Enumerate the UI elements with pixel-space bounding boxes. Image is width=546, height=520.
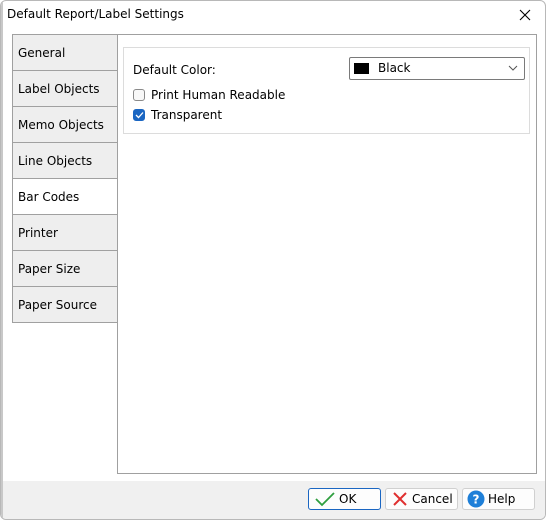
window-edge xyxy=(1,1,3,519)
title-bar[interactable]: Default Report/Label Settings xyxy=(1,1,545,29)
tab-label: Paper Source xyxy=(18,298,98,312)
tab-list: General Label Objects Memo Objects Line … xyxy=(12,34,118,323)
tab-printer[interactable]: Printer xyxy=(12,215,118,251)
svg-text:?: ? xyxy=(473,493,480,507)
dialog-window: Default Report/Label Settings General La… xyxy=(0,0,546,520)
tab-paper-size[interactable]: Paper Size xyxy=(12,251,118,287)
color-swatch xyxy=(354,63,369,74)
tab-label: Bar Codes xyxy=(18,190,80,204)
help-label: Help xyxy=(488,492,516,506)
tab-line-objects[interactable]: Line Objects xyxy=(12,143,118,179)
window-title: Default Report/Label Settings xyxy=(7,7,184,21)
close-icon xyxy=(519,9,531,21)
close-button[interactable] xyxy=(513,5,537,25)
cancel-button[interactable]: Cancel xyxy=(385,488,458,510)
button-bar: OK Cancel ? Help xyxy=(3,481,545,519)
transparent-label: Transparent xyxy=(151,108,223,122)
transparent-checkbox[interactable]: Transparent xyxy=(133,107,222,123)
default-color-value: Black xyxy=(378,61,411,75)
tab-paper-source[interactable]: Paper Source xyxy=(12,287,118,323)
chevron-down-icon xyxy=(508,65,518,71)
bar-code-settings-group: Default Color: Black Print Human Readabl… xyxy=(123,47,530,134)
default-color-label: Default Color: xyxy=(133,63,216,77)
tab-memo-objects[interactable]: Memo Objects xyxy=(12,107,118,143)
tab-label: Paper Size xyxy=(18,262,81,276)
tab-label: Label Objects xyxy=(18,82,100,96)
checkmark-icon xyxy=(135,112,143,119)
bar-codes-panel: Default Color: Black Print Human Readabl… xyxy=(117,34,537,474)
tab-label-objects[interactable]: Label Objects xyxy=(12,71,118,107)
checkmark-icon xyxy=(315,491,335,507)
ok-button[interactable]: OK xyxy=(308,488,381,510)
tab-bar-codes[interactable]: Bar Codes xyxy=(12,179,118,215)
tab-label: Line Objects xyxy=(18,154,93,168)
print-human-readable-checkbox[interactable]: Print Human Readable xyxy=(133,87,285,103)
tab-general[interactable]: General xyxy=(12,34,118,71)
tab-label: General xyxy=(18,46,66,60)
tab-label: Printer xyxy=(18,226,58,240)
x-icon xyxy=(392,491,408,507)
cancel-label: Cancel xyxy=(412,492,453,506)
ok-label: OK xyxy=(339,492,357,506)
checkbox-box[interactable] xyxy=(133,89,145,101)
default-color-select[interactable]: Black xyxy=(349,57,525,80)
print-human-readable-label: Print Human Readable xyxy=(151,88,286,102)
question-mark-icon: ? xyxy=(467,490,485,508)
checkbox-box[interactable] xyxy=(133,109,145,121)
tab-label: Memo Objects xyxy=(18,118,104,132)
help-button[interactable]: ? Help xyxy=(462,488,535,510)
